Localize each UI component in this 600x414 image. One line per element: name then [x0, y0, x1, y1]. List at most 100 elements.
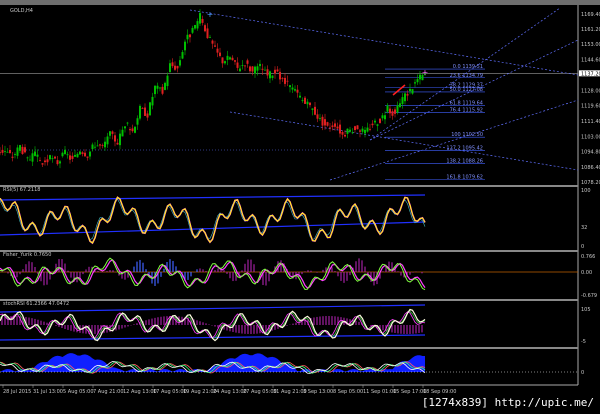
- candle-body: [351, 132, 354, 134]
- candle-body: [371, 123, 374, 126]
- candle-body: [209, 37, 211, 38]
- candle-body: [111, 131, 114, 134]
- candle-body: [151, 96, 154, 106]
- fib-level-label: 127.2 1095.42: [446, 145, 483, 151]
- time-tick: 28 Jul 2015: [3, 389, 31, 395]
- time-tick: 7 Aug 21:00: [93, 389, 124, 395]
- candle-body: [334, 123, 336, 127]
- time-tick: 18 Sep 09:00: [423, 389, 456, 395]
- candle-body: [14, 154, 16, 155]
- candle-body: [64, 149, 66, 155]
- fib-level-label: 161.8 1079.62: [446, 174, 483, 180]
- candle-body: [19, 145, 21, 151]
- candle-body: [121, 129, 124, 137]
- stochrsi-label: stochRSI 61.2366 47.0472: [3, 301, 70, 307]
- candle-body: [149, 102, 151, 116]
- channel-line: [189, 9, 579, 76]
- candle-body: [119, 133, 121, 146]
- panel-separator: [0, 347, 578, 349]
- candle-body: [289, 85, 291, 88]
- candle-body: [206, 28, 209, 39]
- candle-body: [96, 145, 99, 147]
- candle-body: [286, 80, 289, 82]
- candle-body: [54, 156, 56, 159]
- candle-body: [201, 18, 204, 23]
- candle-body: [46, 159, 49, 163]
- chart-window: 1169.40 1161.20 1153.00 1144.60 1128.00 1119.…: [0, 0, 600, 414]
- fib-level-label: 23.6 1134.79: [450, 73, 483, 79]
- candle-body: [361, 128, 364, 132]
- candle-body: [71, 155, 74, 159]
- rsi-tick: 32: [581, 225, 587, 231]
- time-tick: 12 Aug 13:00: [123, 389, 157, 395]
- chart-plot[interactable]: 1169.40 1161.20 1153.00 1144.60 1128.00 1119.…: [0, 0, 600, 414]
- candle-body: [341, 131, 344, 135]
- rsi-tick: 100: [581, 188, 591, 194]
- candle-body: [146, 113, 149, 118]
- candle-body: [339, 124, 341, 134]
- candle-body: [329, 127, 331, 129]
- candle-body: [186, 34, 189, 40]
- price-tick: 1094.80: [581, 149, 600, 155]
- candle-body: [1, 149, 4, 153]
- candle-body: [324, 119, 326, 126]
- candle-body: [319, 117, 321, 119]
- current-price-label: 1137.20: [581, 71, 600, 77]
- candle-body: [279, 71, 281, 80]
- time-tick: 24 Aug 13:00: [213, 389, 247, 395]
- candle-body: [386, 105, 389, 112]
- chart-title: GOLD,H4: [10, 8, 33, 14]
- candle-body: [369, 128, 371, 130]
- area-tick: 0: [581, 370, 584, 376]
- candle-body: [144, 107, 146, 116]
- candle-body: [356, 125, 359, 130]
- candle-body: [16, 147, 19, 156]
- candle-body: [389, 108, 391, 114]
- candle-body: [166, 75, 169, 87]
- candle-body: [81, 152, 84, 154]
- candle-body: [261, 68, 264, 70]
- candle-body: [381, 115, 384, 119]
- candle-body: [309, 102, 311, 106]
- price-tick: 1103.00: [581, 134, 600, 140]
- time-tick: 31 Aug 21:00: [273, 389, 307, 395]
- time-tick: 31 Jul 13:00: [33, 389, 63, 395]
- candle-body: [114, 135, 116, 142]
- arrow-indicator: [392, 84, 406, 96]
- candle-body: [396, 105, 399, 113]
- price-tick: 1128.00: [581, 88, 600, 94]
- fisher-line: [0, 257, 426, 291]
- candle-body: [99, 144, 101, 146]
- candle-body: [406, 93, 409, 96]
- price-tick: 1086.40: [581, 165, 600, 171]
- fib-level-label: 100 1102.50: [451, 132, 483, 138]
- price-tick: 1169.40: [581, 12, 600, 18]
- panel-separator: [0, 299, 578, 301]
- candle-body: [24, 147, 26, 153]
- candle-body: [366, 127, 369, 132]
- candle-body: [194, 25, 196, 29]
- candle-body: [306, 101, 309, 105]
- candle-body: [189, 34, 191, 38]
- candle-body: [109, 131, 111, 136]
- candle-body: [271, 75, 274, 78]
- candle-body: [204, 25, 206, 32]
- candle-body: [136, 118, 139, 125]
- fib-level-label: 61.8 1119.64: [450, 101, 483, 107]
- candle-body: [391, 111, 394, 116]
- candle-body: [34, 151, 36, 156]
- candle-body: [116, 142, 119, 145]
- candle-body: [326, 122, 329, 126]
- candle-body: [91, 144, 94, 150]
- candle-body: [74, 154, 76, 157]
- candle-body: [56, 160, 59, 165]
- candle-body: [301, 99, 304, 101]
- candle-body: [251, 66, 254, 72]
- fisher-tick: 0.00: [581, 270, 592, 276]
- fisher-tick: -0.679: [581, 293, 597, 299]
- candle-body: [376, 124, 379, 126]
- candle-body: [266, 69, 269, 76]
- candle-body: [156, 85, 159, 89]
- candle-body: [164, 82, 166, 90]
- candle-body: [414, 82, 416, 84]
